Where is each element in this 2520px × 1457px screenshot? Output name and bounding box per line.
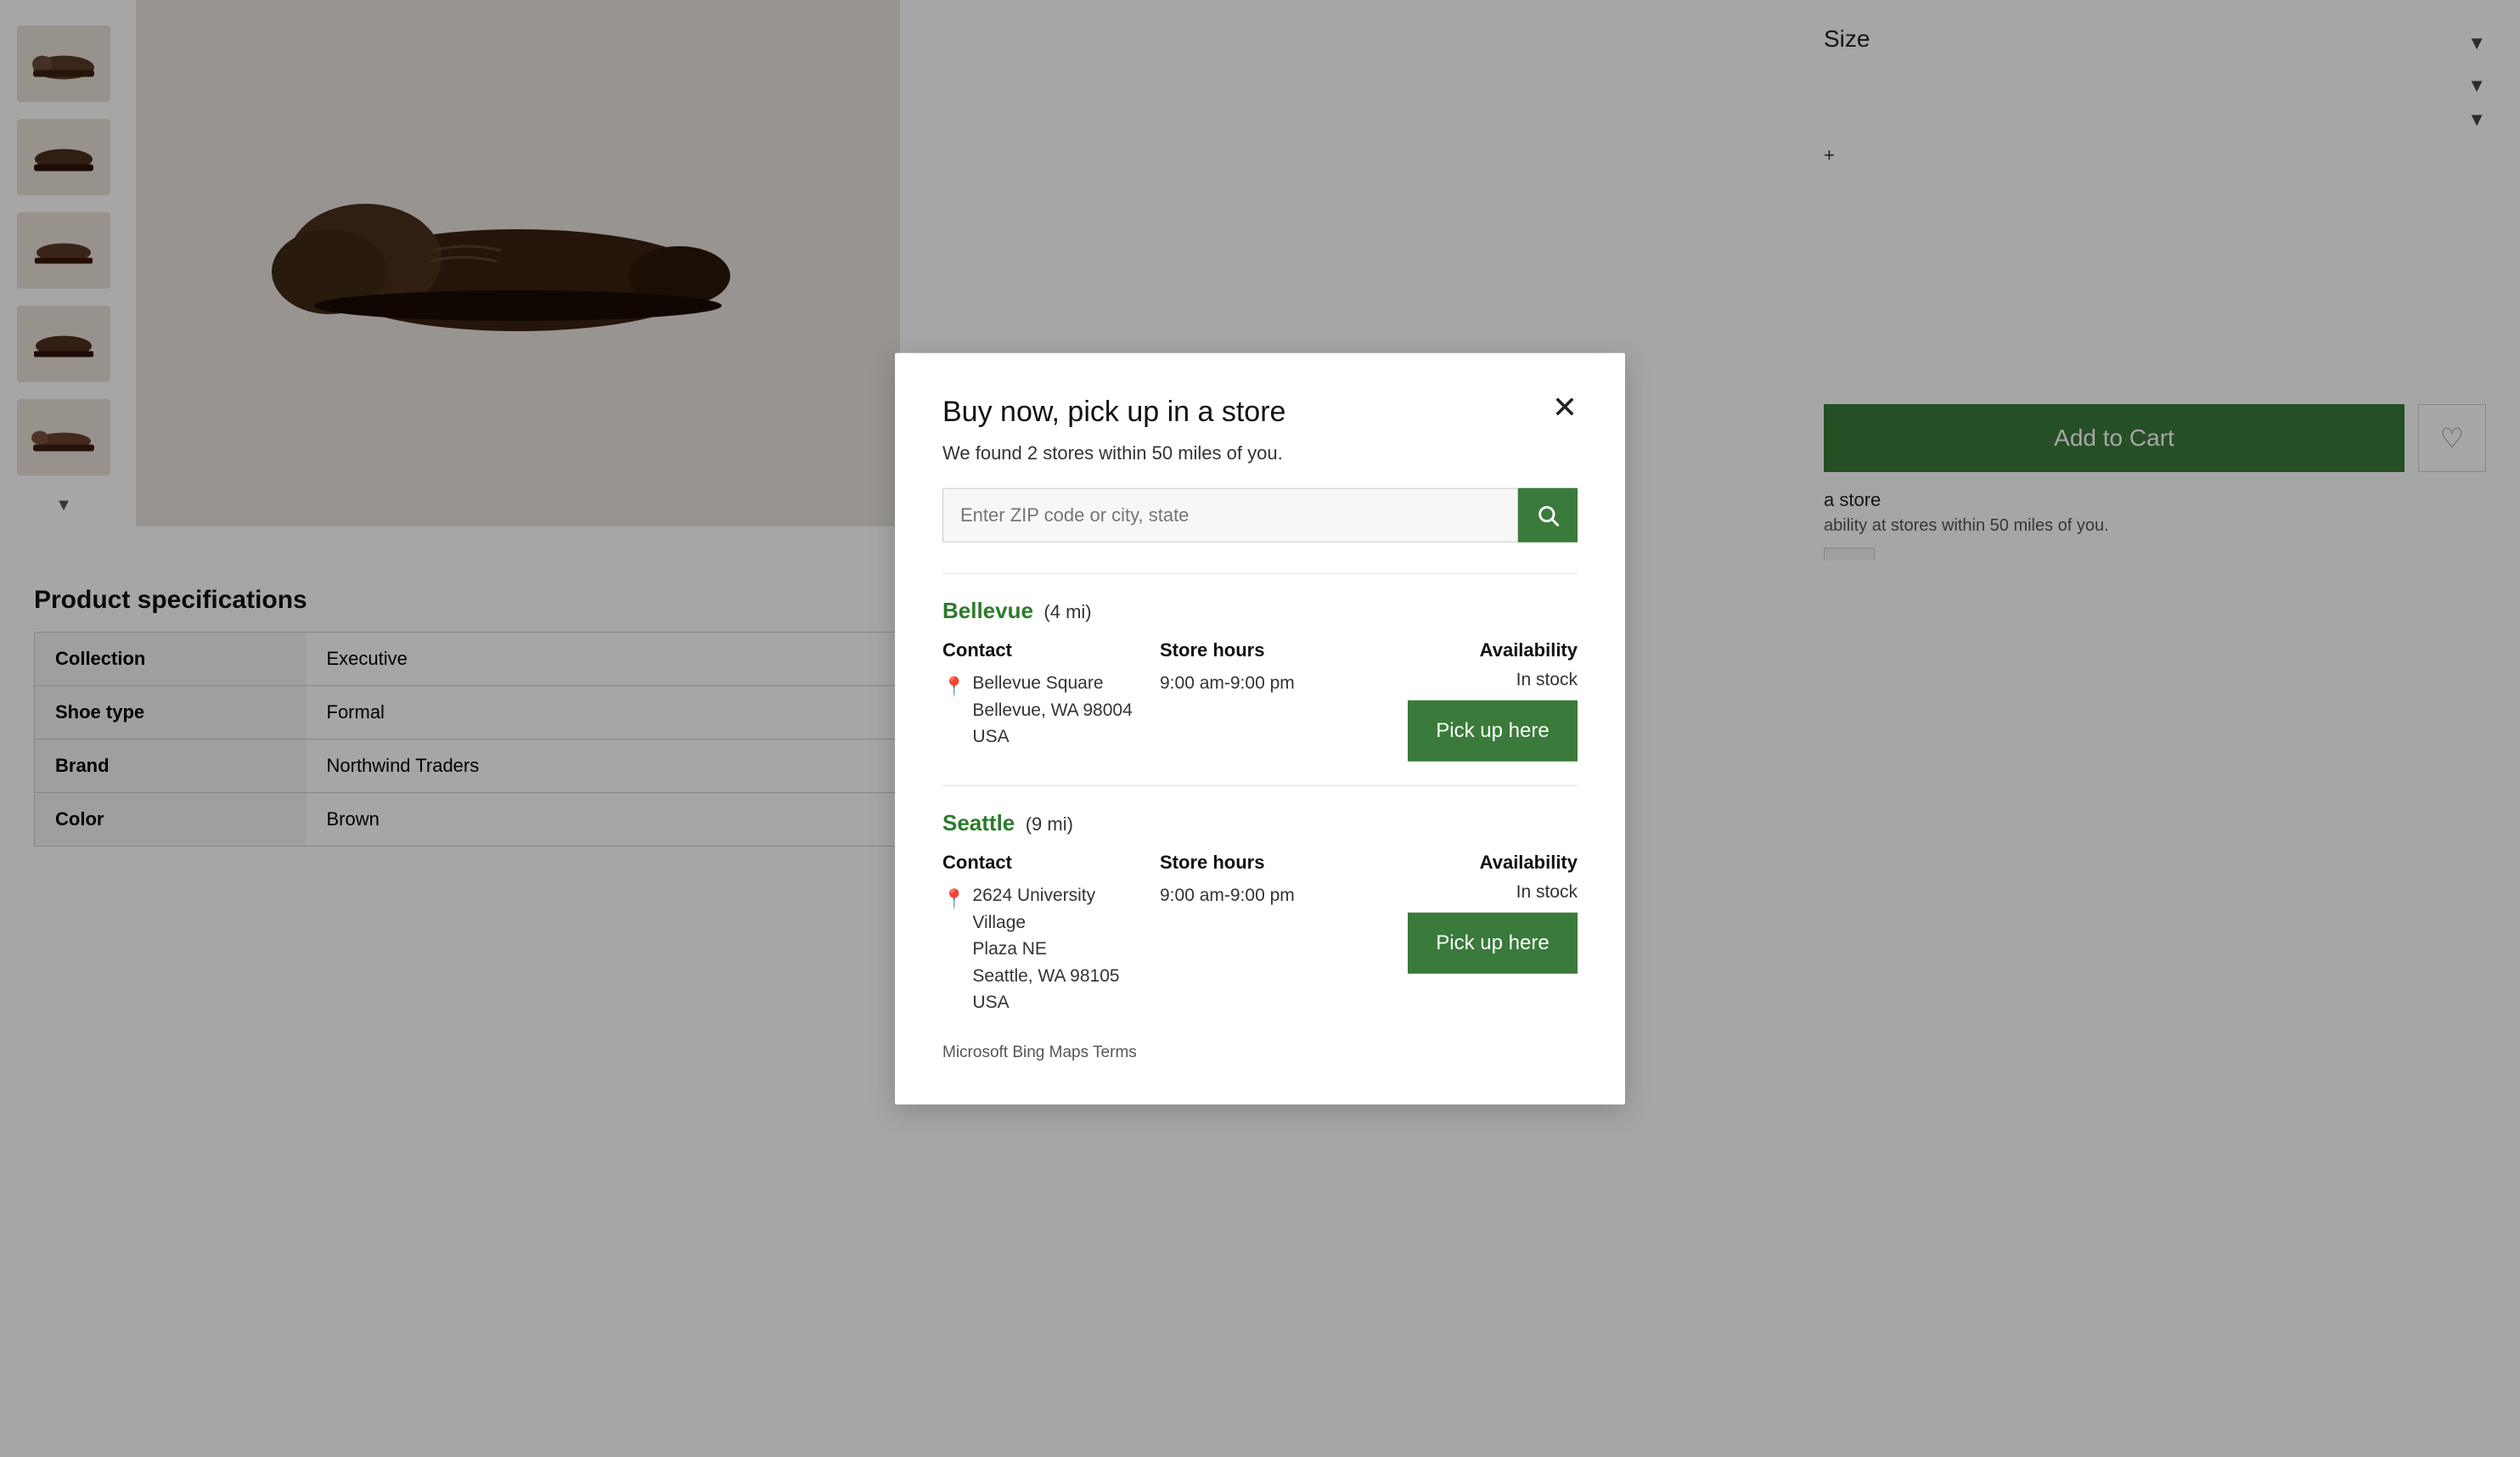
pickup-button-seattle[interactable]: Pick up here [1408,913,1578,974]
store-availability-col-seattle: Availability In stock Pick up here [1377,852,1578,1016]
location-pin-bellevue: 📍 [942,672,965,700]
modal-close-button[interactable]: ✕ [1552,392,1578,423]
modal-title: Buy now, pick up in a store [942,396,1285,429]
store-contact-col-bellevue: Contact 📍 Bellevue Square Bellevue, WA 9… [942,639,1143,762]
hours-header-seattle: Store hours [1160,852,1360,874]
contact-address-bellevue: 📍 Bellevue Square Bellevue, WA 98004 USA [942,670,1143,751]
bing-maps-terms[interactable]: Microsoft Bing Maps Terms [942,1043,1578,1061]
availability-header-seattle: Availability [1377,852,1578,874]
zip-search-button[interactable] [1518,488,1578,543]
store-grid-bellevue: Contact 📍 Bellevue Square Bellevue, WA 9… [942,639,1578,762]
modal-subtitle: We found 2 stores within 50 miles of you… [942,442,1578,464]
availability-header-bellevue: Availability [1377,639,1578,661]
contact-header-seattle: Contact [942,852,1143,874]
store-distance-seattle: (9 mi) [1026,813,1073,835]
store-hours-col-seattle: Store hours 9:00 am-9:00 pm [1160,852,1360,1016]
address-text-bellevue: Bellevue Square Bellevue, WA 98004 USA [972,670,1132,751]
store-pickup-modal: Buy now, pick up in a store ✕ We found 2… [895,353,1625,1105]
store-contact-col-seattle: Contact 📍 2624 University Village Plaza … [942,852,1143,1016]
search-icon [1536,503,1560,527]
store-entry-seattle: Seattle (9 mi) Contact 📍 2624 University… [942,810,1578,1016]
store-hours-col-bellevue: Store hours 9:00 am-9:00 pm [1160,639,1360,762]
hours-text-bellevue: 9:00 am-9:00 pm [1160,670,1360,697]
hours-text-seattle: 9:00 am-9:00 pm [1160,882,1360,909]
hours-header-bellevue: Store hours [1160,639,1360,661]
store-distance-bellevue: (4 mi) [1043,601,1091,622]
in-stock-seattle: In stock [1377,882,1578,903]
divider-2 [942,785,1578,786]
store-name-seattle: Seattle [942,810,1015,835]
zip-search-row [942,488,1578,543]
store-availability-col-bellevue: Availability In stock Pick up here [1377,639,1578,762]
contact-address-seattle: 📍 2624 University Village Plaza NE Seatt… [942,882,1143,1016]
divider-1 [942,573,1578,574]
pickup-button-bellevue[interactable]: Pick up here [1408,700,1578,762]
contact-header-bellevue: Contact [942,639,1143,661]
store-name-bellevue: Bellevue [942,598,1033,623]
zip-input[interactable] [942,488,1518,543]
address-text-seattle: 2624 University Village Plaza NE Seattle… [972,882,1143,1016]
in-stock-bellevue: In stock [1377,670,1578,690]
modal-header: Buy now, pick up in a store ✕ [942,396,1578,429]
location-pin-seattle: 📍 [942,885,965,913]
store-grid-seattle: Contact 📍 2624 University Village Plaza … [942,852,1578,1016]
store-entry-bellevue: Bellevue (4 mi) Contact 📍 Bellevue Squar… [942,598,1578,762]
